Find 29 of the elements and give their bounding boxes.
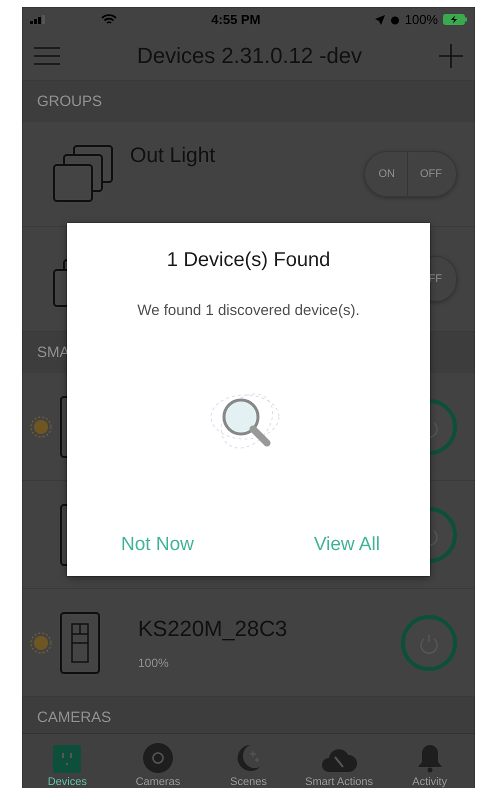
- section-header: CAMERAS: [37, 709, 112, 726]
- menu-icon[interactable]: [34, 47, 60, 65]
- brightness-level: 100%: [138, 656, 170, 670]
- wall-switch-icon: [60, 612, 100, 674]
- camera-lens-icon: [142, 743, 173, 773]
- battery-icon: [442, 14, 467, 25]
- dialog-button[interactable]: View All: [310, 530, 384, 560]
- dialog-title: 1 Device(s) Found: [166, 249, 330, 272]
- tab-item[interactable]: Smart Actions: [294, 734, 384, 788]
- toggle-label: OFF: [420, 168, 442, 180]
- section-header: GROUPS: [37, 93, 102, 110]
- tab-item[interactable]: Scenes: [203, 734, 294, 788]
- battery-percent: 100%: [404, 12, 438, 27]
- signal-icon: [30, 15, 46, 24]
- on-off-toggle[interactable]: ON OFF: [364, 151, 457, 197]
- status-time: 4:55 PM: [211, 12, 262, 27]
- bell-icon: [416, 743, 443, 773]
- location-arrow-icon: [374, 14, 385, 24]
- dialog-message: We found 1 discovered device(s).: [137, 302, 360, 319]
- outlet-icon: [53, 745, 82, 773]
- toggle-label: ON: [378, 168, 395, 180]
- tab-item[interactable]: Activity: [384, 734, 475, 788]
- add-icon[interactable]: [439, 44, 463, 68]
- dialog-button[interactable]: Not Now: [117, 530, 198, 560]
- tab-item[interactable]: Devices: [22, 734, 113, 788]
- power-button[interactable]: [401, 614, 457, 670]
- stacked-squares-icon: [52, 145, 114, 203]
- wifi-icon: [101, 14, 117, 26]
- tab-item[interactable]: Cameras: [112, 734, 204, 788]
